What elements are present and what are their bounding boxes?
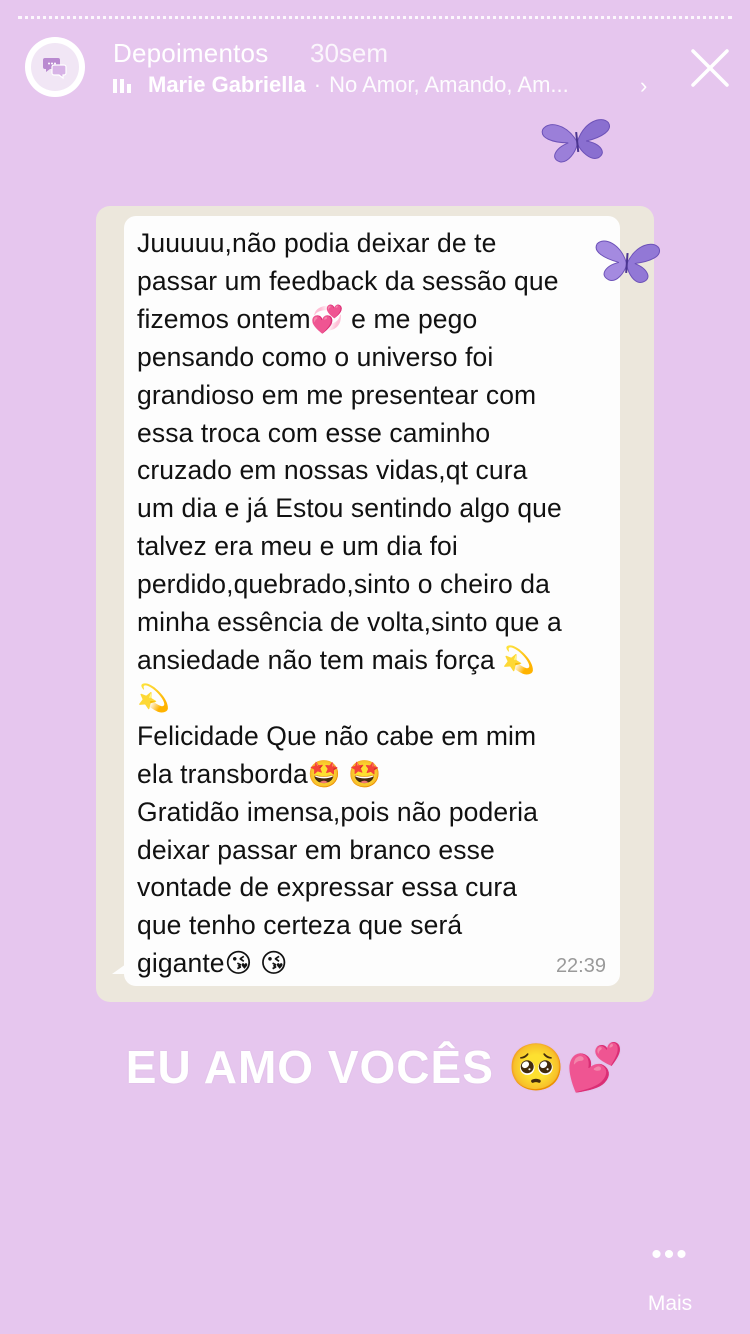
story-progress-bar [18,16,732,19]
music-artist: Marie Gabriella [148,72,306,97]
close-icon [691,49,729,87]
story-username[interactable]: Depoimentos [113,38,268,69]
avatar[interactable] [25,37,85,97]
music-separator: · [313,72,322,97]
close-button[interactable] [690,48,730,88]
chat-message-time: 22:39 [555,955,606,977]
story-caption: EU AMO VOCÊS 🥺💕 [125,1041,625,1093]
more-button[interactable]: ••• Mais [630,1240,710,1316]
chevron-right-icon: › [640,73,648,98]
chat-message-text: Juuuuu,não podia deixar de te passar um … [137,228,562,979]
music-attribution[interactable]: Marie Gabriella · No Amor, Amando, Am...… [113,72,663,98]
chat-message-bubble: Juuuuu,não podia deixar de te passar um … [112,216,620,986]
butterfly-icon [595,240,661,283]
butterfly-icon [541,119,610,163]
more-label: Mais [647,1292,693,1315]
chat-bubbles-icon [43,58,67,80]
music-song-title: No Amor, Amando, Am... [329,72,569,97]
more-dots-icon: ••• [651,1238,689,1271]
music-bars-icon [113,77,134,93]
story-time-ago: 30sem [310,38,389,68]
